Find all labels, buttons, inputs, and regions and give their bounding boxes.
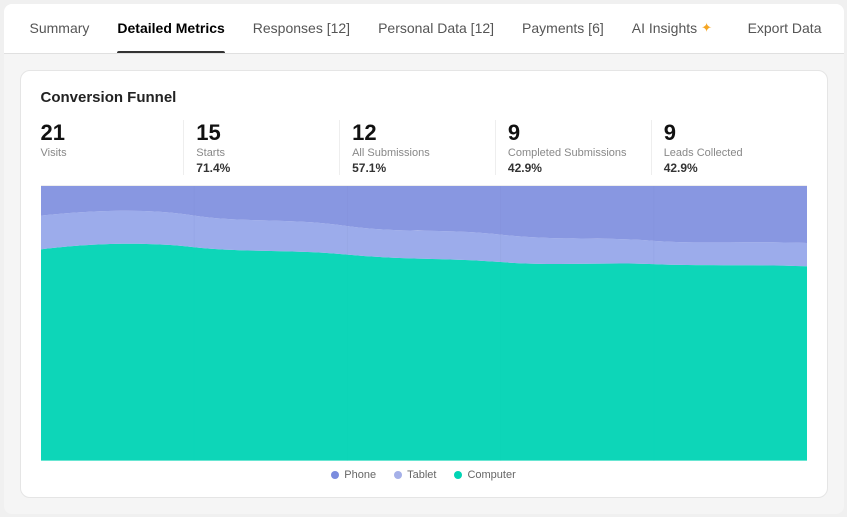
metric-leads-collected-label: Leads Collected <box>664 147 795 159</box>
tab-responses[interactable]: Responses [12] <box>239 4 364 53</box>
metric-leads-collected-number: 9 <box>664 120 795 146</box>
metric-completed-submissions-label: Completed Submissions <box>508 147 639 159</box>
tab-detailed-metrics[interactable]: Detailed Metrics <box>103 4 238 53</box>
metric-completed-submissions-pct: 42.9% <box>508 161 639 175</box>
main-content: Conversion Funnel 21 Visits 15 Starts 71… <box>4 54 844 514</box>
export-data-button[interactable]: Export Data <box>738 14 832 42</box>
funnel-chart-area <box>41 186 807 461</box>
legend-phone: Phone <box>331 469 376 481</box>
legend-computer-label: Computer <box>467 469 515 481</box>
metric-all-submissions-pct: 57.1% <box>352 161 483 175</box>
funnel-svg <box>41 186 807 461</box>
legend-phone-dot <box>331 471 339 479</box>
app-container: Summary Detailed Metrics Responses [12] … <box>4 4 844 514</box>
metric-starts-number: 15 <box>196 120 327 146</box>
metric-completed-submissions-number: 9 <box>508 120 639 146</box>
legend-tablet-label: Tablet <box>407 469 436 481</box>
metric-all-submissions-number: 12 <box>352 120 483 146</box>
card-title: Conversion Funnel <box>41 89 807 106</box>
legend-tablet: Tablet <box>394 469 436 481</box>
metric-visits-number: 21 <box>41 120 172 146</box>
metric-starts: 15 Starts 71.4% <box>184 120 340 175</box>
metric-starts-pct: 71.4% <box>196 161 327 175</box>
metric-visits: 21 Visits <box>41 120 185 175</box>
metric-completed-submissions: 9 Completed Submissions 42.9% <box>496 120 652 175</box>
metric-leads-collected: 9 Leads Collected 42.9% <box>652 120 807 175</box>
legend-tablet-dot <box>394 471 402 479</box>
metric-visits-label: Visits <box>41 147 172 159</box>
legend-computer-dot <box>454 471 462 479</box>
tab-ai-insights[interactable]: AI Insights✦ <box>618 4 726 53</box>
chart-legend: Phone Tablet Computer <box>41 461 807 485</box>
metric-starts-label: Starts <box>196 147 327 159</box>
legend-phone-label: Phone <box>344 469 376 481</box>
metric-all-submissions: 12 All Submissions 57.1% <box>340 120 496 175</box>
tab-payments[interactable]: Payments [6] <box>508 4 618 53</box>
tab-bar: Summary Detailed Metrics Responses [12] … <box>4 4 844 54</box>
metric-leads-collected-pct: 42.9% <box>664 161 795 175</box>
tab-summary[interactable]: Summary <box>16 4 104 53</box>
metric-all-submissions-label: All Submissions <box>352 147 483 159</box>
tab-personal-data[interactable]: Personal Data [12] <box>364 4 508 53</box>
legend-computer: Computer <box>454 469 515 481</box>
conversion-funnel-card: Conversion Funnel 21 Visits 15 Starts 71… <box>20 70 828 498</box>
metrics-row: 21 Visits 15 Starts 71.4% 12 All Submiss… <box>41 120 807 186</box>
ai-star-icon: ✦ <box>701 20 712 36</box>
